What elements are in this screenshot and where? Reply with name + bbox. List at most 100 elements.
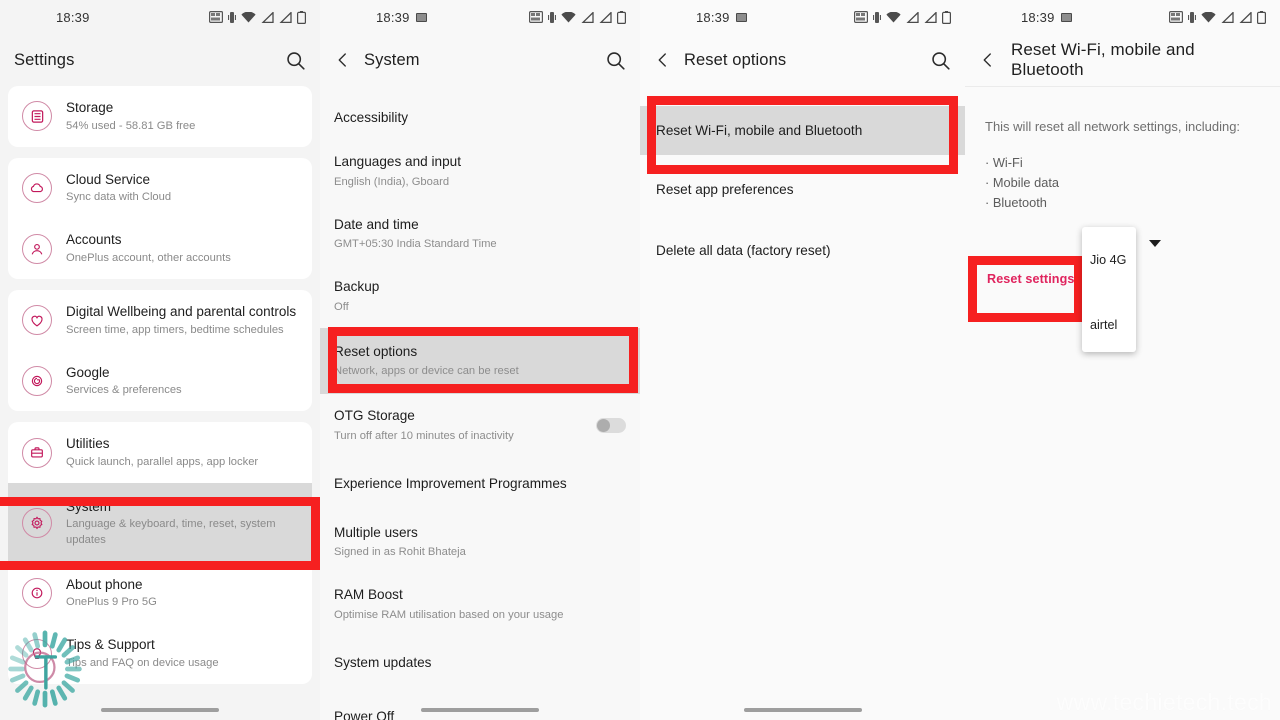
wifi-icon <box>886 11 901 22</box>
list-item-title: Cloud Service <box>66 171 151 187</box>
reset-options-list[interactable]: Reset Wi-Fi, mobile and Bluetooth Reset … <box>640 86 965 275</box>
status-bar-left: 18:39 <box>376 10 427 25</box>
screenshot-notification-icon <box>1060 12 1072 22</box>
list-item-system-updates[interactable]: System updates <box>320 636 640 690</box>
list-item-ram-boost[interactable]: RAM Boost Optimise RAM utilisation based… <box>320 573 640 635</box>
list-item-subtitle: Services & preferences <box>66 384 182 397</box>
status-bar-right <box>854 10 951 24</box>
list-item-title: Accounts <box>66 232 122 248</box>
status-time: 18:39 <box>376 9 410 25</box>
list-item-delete-all-data[interactable]: Delete all data (factory reset) <box>640 226 965 275</box>
status-bar-3: 18:39 <box>640 0 965 34</box>
list-item-reset-options[interactable]: Reset options Network, apps or device ca… <box>320 327 640 395</box>
signal-2-icon <box>924 11 937 23</box>
system-gear-icon <box>22 507 52 538</box>
list-item-storage[interactable]: Storage 54% used - 58.81 GB free <box>8 86 312 147</box>
wifi-icon <box>241 11 256 22</box>
app-bar-system: System <box>320 34 640 86</box>
search-icon[interactable] <box>605 50 626 71</box>
reset-settings-button[interactable]: Reset settings <box>987 272 1074 286</box>
utilities-icon <box>22 437 52 468</box>
list-item-title: OTG Storage <box>334 408 415 424</box>
list-item-subtitle: Signed in as Rohit Bhateja <box>334 546 466 559</box>
list-item-google[interactable]: Google Services & preferences <box>8 351 312 412</box>
google-icon <box>22 365 52 396</box>
screenshot-icon <box>1169 11 1183 23</box>
back-chevron-icon[interactable] <box>334 51 352 69</box>
dropdown-option-jio-4g[interactable]: Jio 4G <box>1082 245 1136 276</box>
list-item-subtitle: Tips and FAQ on device usage <box>66 656 219 669</box>
list-item-subtitle: Language & keyboard, time, reset, system… <box>66 518 276 546</box>
list-item-utilities[interactable]: Utilities Quick launch, parallel apps, a… <box>8 422 312 483</box>
status-time: 18:39 <box>1021 9 1055 25</box>
settings-card-wellbeing: Digital Wellbeing and parental controls … <box>8 289 312 412</box>
system-list[interactable]: Accessibility Languages and input Englis… <box>320 86 640 720</box>
nav-handle <box>101 708 219 712</box>
list-item-system[interactable]: System Language & keyboard, time, reset,… <box>8 482 312 563</box>
list-item-subtitle: Network, apps or device can be reset <box>334 365 519 378</box>
search-icon[interactable] <box>285 50 306 71</box>
cloud-icon <box>22 172 52 203</box>
list-item-title: Reset options <box>334 343 418 359</box>
back-chevron-icon[interactable] <box>979 51 997 69</box>
list-item-reset-app-preferences[interactable]: Reset app preferences <box>640 165 965 214</box>
signal-1-icon <box>261 11 274 23</box>
list-item-date-and-time[interactable]: Date and time GMT+05:30 India Standard T… <box>320 203 640 265</box>
status-bar-left: 18:39 <box>56 10 90 25</box>
list-item-title: RAM Boost <box>334 587 403 603</box>
storage-icon <box>22 101 52 132</box>
vibrate-icon <box>548 11 556 23</box>
list-item-digital-wellbeing[interactable]: Digital Wellbeing and parental controls … <box>8 290 312 351</box>
battery-icon <box>1257 10 1266 24</box>
list-item-subtitle: Optimise RAM utilisation based on your u… <box>334 608 564 621</box>
list-item-otg-storage[interactable]: OTG Storage Turn off after 10 minutes of… <box>320 394 640 456</box>
list-item-power-off[interactable]: Power Off <box>320 690 640 720</box>
wellbeing-icon <box>22 305 52 336</box>
list-item-title: Digital Wellbeing and parental controls <box>66 303 297 319</box>
list-item-subtitle: Sync data with Cloud <box>66 191 172 204</box>
settings-list[interactable]: Storage 54% used - 58.81 GB free Cloud S… <box>0 86 320 685</box>
sim-selector-dropdown[interactable]: Jio 4G airtel <box>1082 227 1136 352</box>
dropdown-option-airtel[interactable]: airtel <box>1082 310 1136 341</box>
screenshot-icon <box>529 11 543 23</box>
list-item-backup[interactable]: Backup Off <box>320 265 640 327</box>
search-icon[interactable] <box>930 50 951 71</box>
list-item-multiple-users[interactable]: Multiple users Signed in as Rohit Bhatej… <box>320 511 640 573</box>
phone-screen-reset-options: 18:39 Reset options Reset Wi-Fi, mobile … <box>640 0 965 720</box>
list-item-title: Utilities <box>66 436 110 452</box>
account-icon <box>22 233 52 264</box>
nav-handle <box>421 708 539 712</box>
list-item-subtitle: Screen time, app timers, bedtime schedul… <box>66 323 284 336</box>
highlight-box-reset-settings <box>968 256 1083 322</box>
list-item-title: System <box>66 498 112 514</box>
list-item-experience-improvement[interactable]: Experience Improvement Programmes <box>320 457 640 511</box>
battery-icon <box>617 10 626 24</box>
site-watermark: www.techietech.tech <box>1056 689 1272 715</box>
status-bar-1: 18:39 <box>0 0 320 34</box>
list-item-accessibility[interactable]: Accessibility <box>320 96 640 140</box>
list-item-accounts[interactable]: Accounts OnePlus account, other accounts <box>8 218 312 279</box>
page-title: Reset options <box>684 50 787 69</box>
battery-icon <box>297 10 306 24</box>
settings-card-accounts: Cloud Service Sync data with Cloud Accou… <box>8 157 312 279</box>
signal-2-icon <box>599 11 612 23</box>
list-item-title: Date and time <box>334 216 419 232</box>
back-chevron-icon[interactable] <box>654 51 672 69</box>
list-item-title: Backup <box>334 279 380 295</box>
list-item-reset-wifi-mobile-bluetooth[interactable]: Reset Wi-Fi, mobile and Bluetooth <box>640 106 965 155</box>
otg-storage-toggle[interactable] <box>596 417 626 433</box>
signal-1-icon <box>906 11 919 23</box>
chevron-down-icon[interactable] <box>1149 240 1161 247</box>
app-bar-reset-options: Reset options <box>640 34 965 86</box>
list-item-about-phone[interactable]: About phone OnePlus 9 Pro 5G <box>8 563 312 624</box>
status-bar-right <box>1169 10 1266 24</box>
status-bar-2: 18:39 <box>320 0 640 34</box>
signal-2-icon <box>1239 11 1252 23</box>
status-bar-left: 18:39 <box>1021 10 1072 25</box>
bullet-wifi: Wi-Fi <box>985 153 1260 173</box>
list-item-cloud-service[interactable]: Cloud Service Sync data with Cloud <box>8 158 312 219</box>
list-item-title: System updates <box>334 654 432 670</box>
bullet-bluetooth: Bluetooth <box>985 193 1260 213</box>
info-icon <box>22 578 52 609</box>
list-item-languages-and-input[interactable]: Languages and input English (India), Gbo… <box>320 140 640 202</box>
